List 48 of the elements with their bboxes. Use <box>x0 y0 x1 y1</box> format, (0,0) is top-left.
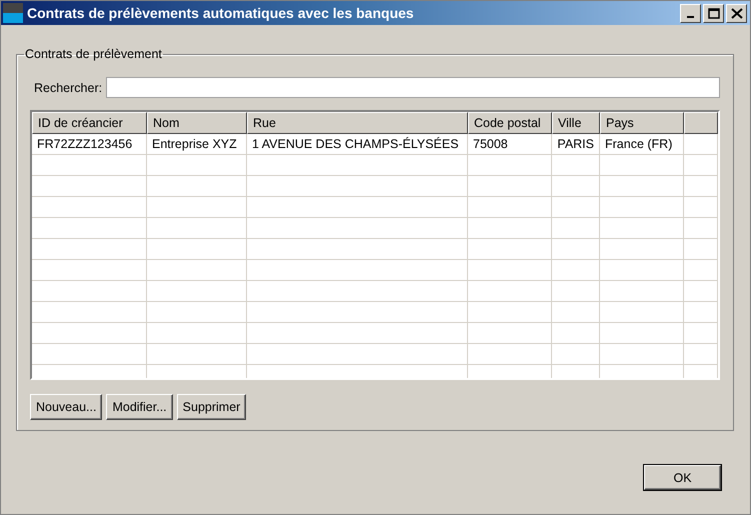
minimize-icon <box>687 16 694 18</box>
column-header[interactable]: ID de créancier <box>32 112 147 134</box>
action-button[interactable]: Modifier... <box>106 394 173 420</box>
empty-cell <box>552 197 600 218</box>
empty-cell <box>684 218 718 239</box>
window-icon <box>3 3 23 23</box>
table-cell: Entreprise XYZ <box>147 134 247 155</box>
action-button[interactable]: Supprimer <box>176 394 246 420</box>
table-cell: 1 AVENUE DES CHAMPS-ÉLYSÉES <box>247 134 468 155</box>
empty-cell <box>552 176 600 197</box>
empty-cell <box>552 239 600 260</box>
table-cell: France (FR) <box>600 134 684 155</box>
empty-cell <box>684 260 718 281</box>
ok-button[interactable]: OK <box>644 465 721 490</box>
close-icon <box>730 8 742 18</box>
empty-cell <box>552 260 600 281</box>
empty-cell <box>552 323 600 344</box>
column-header[interactable]: Rue <box>247 112 468 134</box>
empty-cell <box>552 218 600 239</box>
column-header[interactable]: Code postal <box>468 112 552 134</box>
empty-cell <box>684 155 718 176</box>
search-label: Rechercher: <box>34 80 102 94</box>
empty-cell <box>684 344 718 365</box>
window-title: Contrats de prélèvements automatiques avec les banques <box>27 5 415 21</box>
minimize-button[interactable] <box>680 4 701 22</box>
column-header[interactable]: Ville <box>552 112 600 134</box>
action-button[interactable]: Nouveau... <box>30 394 102 420</box>
table-cell: 75008 <box>468 134 552 155</box>
empty-cell <box>684 302 718 323</box>
maximize-button[interactable] <box>703 4 724 22</box>
empty-cell <box>684 323 718 344</box>
empty-cell <box>684 134 718 155</box>
empty-cell <box>552 155 600 176</box>
empty-cell <box>552 302 600 323</box>
empty-cell <box>684 197 718 218</box>
column-header[interactable]: Pays <box>600 112 684 134</box>
close-button[interactable] <box>726 4 747 22</box>
empty-cell <box>684 281 718 302</box>
column-header[interactable]: Nom <box>147 112 247 134</box>
search-field[interactable] <box>106 77 720 98</box>
empty-cell <box>684 239 718 260</box>
empty-cell <box>552 344 600 365</box>
maximize-icon <box>708 8 720 18</box>
empty-cell <box>552 281 600 302</box>
table-cell: FR72ZZZ123456 <box>32 134 147 155</box>
group-title: Contrats de prélèvement <box>24 47 163 61</box>
empty-cell <box>684 176 718 197</box>
table-cell: PARIS <box>552 134 600 155</box>
